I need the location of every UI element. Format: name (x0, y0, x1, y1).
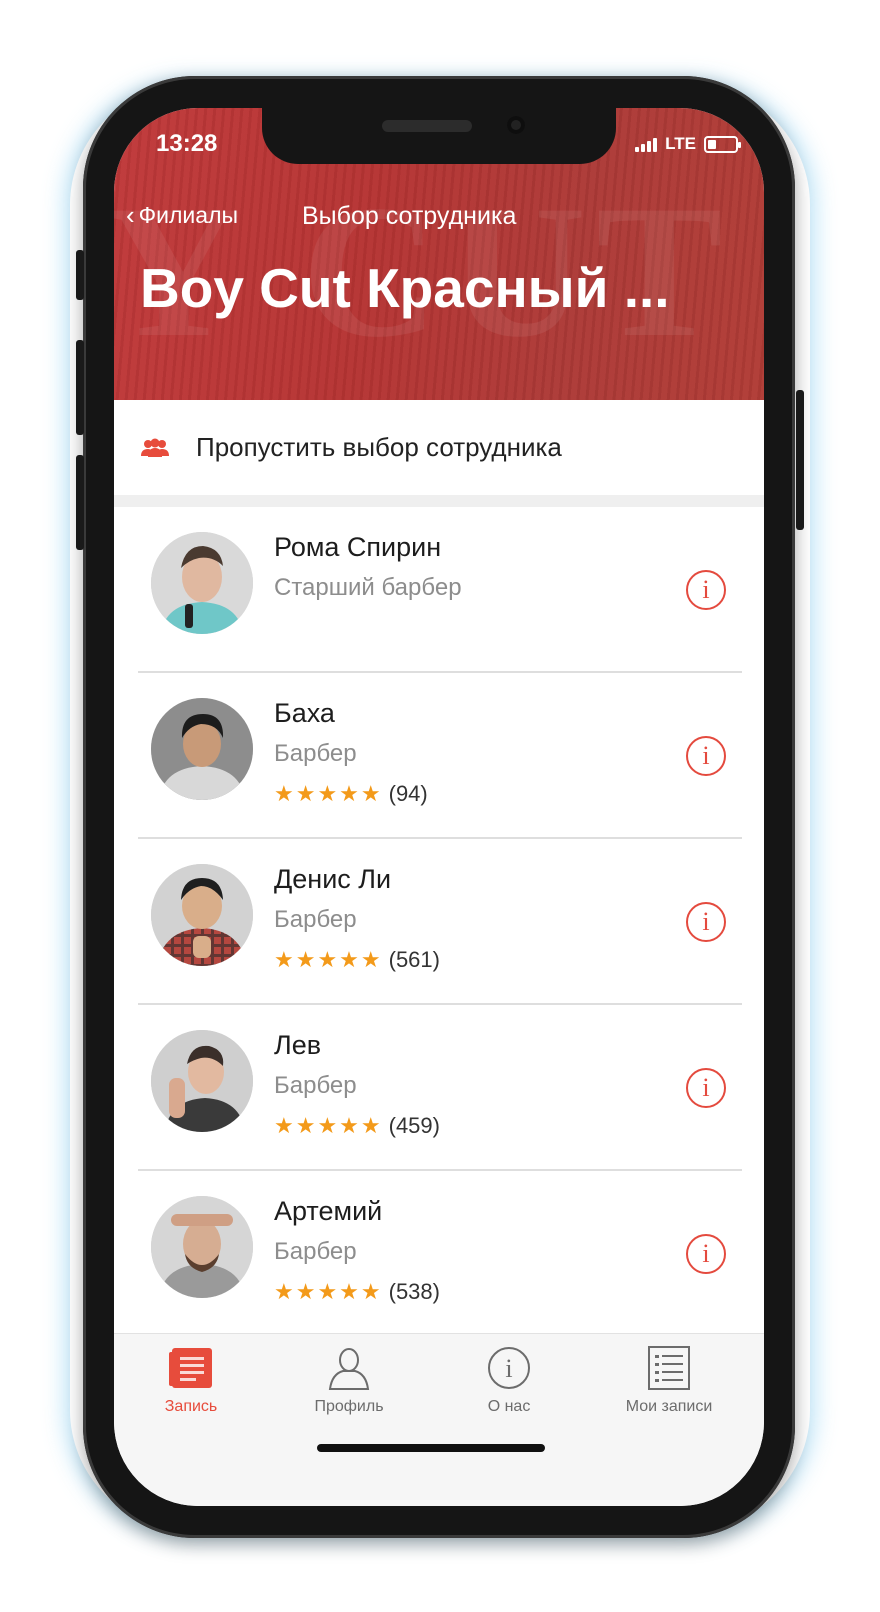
status-indicators: LTE (635, 134, 741, 154)
list-icon (648, 1346, 690, 1390)
staff-row[interactable]: Артемий Барбер ★★★★★ (538) i (114, 1171, 764, 1337)
avatar (151, 698, 253, 800)
staff-role: Барбер (274, 1238, 357, 1265)
staff-name: Баха (274, 698, 335, 728)
home-indicator[interactable] (317, 1444, 545, 1452)
staff-row[interactable]: Денис Ли Барбер ★★★★★ (561) i (114, 839, 764, 1005)
volume-down-button (76, 455, 84, 550)
star-icons: ★★★★★ (274, 1279, 383, 1304)
staff-name: Лев (274, 1030, 322, 1060)
skip-staff-selection[interactable]: Пропустить выбор сотрудника (114, 400, 764, 495)
tab-bar: Запись Профиль i О нас Мои записи (114, 1333, 764, 1506)
avatar (151, 1196, 253, 1298)
tab-profile[interactable]: Профиль (289, 1346, 409, 1416)
rating: ★★★★★ (561) (274, 947, 440, 973)
review-count: (459) (388, 1113, 440, 1138)
profile-icon (328, 1348, 370, 1390)
people-icon (140, 437, 170, 459)
avatar (151, 864, 253, 966)
back-label: Филиалы (138, 202, 239, 228)
tab-label: Запись (164, 1398, 218, 1415)
staff-name: Рома Спирин (274, 532, 442, 562)
notch (262, 108, 616, 164)
info-icon[interactable]: i (686, 1068, 726, 1108)
tab-label: Профиль (314, 1398, 384, 1415)
info-icon[interactable]: i (686, 736, 726, 776)
info-icon[interactable]: i (686, 1234, 726, 1274)
battery-icon (704, 135, 741, 153)
staff-name: Денис Ли (274, 864, 392, 894)
front-camera (507, 116, 525, 134)
status-time: 13:28 (156, 130, 218, 157)
staff-role: Старший барбер (274, 574, 462, 601)
review-count: (561) (388, 947, 440, 972)
signal-icon (635, 136, 658, 152)
star-icons: ★★★★★ (274, 1113, 383, 1138)
tab-label: Мои записи (625, 1398, 713, 1415)
speaker-grill (382, 120, 472, 132)
rating: ★★★★★ (538) (274, 1279, 440, 1305)
rating: ★★★★★ (94) (274, 781, 428, 807)
screen: Y CUT 13:28 LTE ‹ Филиалы Выбор сотрудни… (114, 108, 764, 1506)
review-count: (94) (388, 781, 428, 806)
nav-title: Выбор сотрудника (302, 202, 517, 230)
tab-my-bookings[interactable]: Мои записи (609, 1346, 729, 1416)
page-title: Boy Cut Красный ... (140, 257, 670, 319)
power-button (796, 390, 804, 530)
review-count: (538) (388, 1279, 440, 1304)
mute-switch (76, 250, 84, 300)
tab-label: О нас (487, 1398, 531, 1415)
staff-name: Артемий (274, 1196, 383, 1226)
info-icon: i (488, 1347, 530, 1389)
staff-role: Барбер (274, 740, 357, 767)
network-label: LTE (665, 134, 696, 153)
staff-role: Барбер (274, 1072, 357, 1099)
tab-booking[interactable]: Запись (131, 1346, 251, 1416)
volume-up-button (76, 340, 84, 435)
staff-row[interactable]: Лев Барбер ★★★★★ (459) i (114, 1005, 764, 1171)
skip-label: Пропустить выбор сотрудника (196, 432, 562, 462)
avatar (151, 1030, 253, 1132)
star-icons: ★★★★★ (274, 947, 383, 972)
booking-icon (169, 1348, 212, 1388)
staff-row[interactable]: Баха Барбер ★★★★★ (94) i (114, 673, 764, 839)
staff-row[interactable]: Рома Спирин Старший барбер i (114, 507, 764, 673)
info-icon[interactable]: i (686, 902, 726, 942)
staff-list: Рома Спирин Старший барбер i Баха Барбер… (114, 507, 764, 1337)
svg-text:i: i (505, 1354, 512, 1383)
rating: ★★★★★ (459) (274, 1113, 440, 1139)
back-button[interactable]: ‹ Филиалы (126, 200, 238, 231)
section-separator (114, 495, 764, 507)
tab-about[interactable]: i О нас (449, 1346, 569, 1416)
avatar (151, 532, 253, 634)
staff-role: Барбер (274, 906, 357, 933)
chevron-left-icon: ‹ (126, 200, 135, 230)
info-icon[interactable]: i (686, 570, 726, 610)
star-icons: ★★★★★ (274, 781, 383, 806)
